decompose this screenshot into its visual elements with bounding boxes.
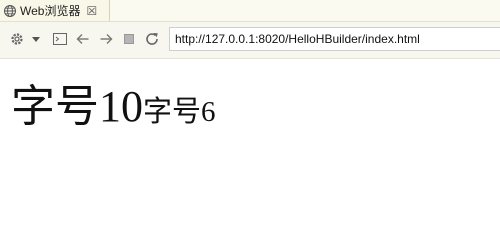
refresh-icon[interactable] — [143, 30, 161, 48]
content-paragraph: 字号10字号6 — [11, 70, 216, 134]
forward-icon[interactable] — [98, 30, 114, 48]
back-icon[interactable] — [75, 30, 91, 48]
tab-close-icon[interactable]: ☒ — [86, 4, 97, 18]
tab-web-browser[interactable]: Web浏览器 ☒ — [0, 0, 110, 21]
text-size-10: 字号10 — [11, 82, 143, 131]
browser-toolbar — [0, 22, 500, 59]
dropdown-icon[interactable] — [31, 30, 41, 48]
tab-bar: Web浏览器 ☒ — [0, 0, 500, 22]
gear-icon[interactable] — [9, 30, 25, 48]
text-size-6: 字号6 — [143, 96, 216, 128]
tab-title: Web浏览器 — [20, 4, 81, 18]
page-content: 字号10字号6 — [0, 60, 500, 218]
console-icon[interactable] — [52, 30, 68, 48]
globe-icon — [4, 4, 16, 17]
stop-icon[interactable] — [121, 30, 137, 48]
address-bar[interactable] — [169, 27, 500, 51]
